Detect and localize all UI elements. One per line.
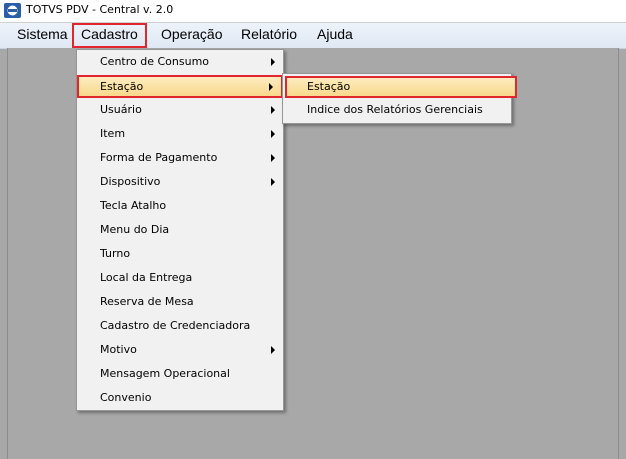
submenu-arrow-icon (271, 346, 275, 354)
menu-item-usuario[interactable]: Usuário (79, 98, 281, 121)
menu-item-label: Motivo (100, 343, 137, 356)
menu-ajuda[interactable]: Ajuda (310, 24, 360, 45)
submenu-item-label: Indice dos Relatórios Gerenciais (307, 103, 483, 116)
menu-item-centro-de-consumo[interactable]: Centro de Consumo (79, 50, 281, 73)
cadastro-dropdown: Centro de Consumo Estação Usuário Item F… (76, 49, 284, 411)
menu-item-item[interactable]: Item (79, 122, 281, 145)
app-logo-icon (4, 3, 21, 18)
menu-item-cadastro-de-credenciadora[interactable]: Cadastro de Credenciadora (79, 314, 281, 337)
submenu-item-label: Estação (307, 80, 351, 93)
menu-item-label: Usuário (100, 103, 142, 116)
submenu-arrow-icon (271, 106, 275, 114)
menu-item-tecla-atalho[interactable]: Tecla Atalho (79, 194, 281, 217)
menu-item-forma-de-pagamento[interactable]: Forma de Pagamento (79, 146, 281, 169)
menu-item-label: Convenio (100, 391, 152, 404)
menu-cadastro[interactable]: Cadastro (72, 23, 147, 48)
menu-item-label: Forma de Pagamento (100, 151, 218, 164)
menu-item-label: Local da Entrega (100, 271, 193, 284)
submenu-item-estacao[interactable]: Estação (285, 76, 517, 98)
menu-item-label: Item (100, 127, 126, 140)
submenu-arrow-icon (271, 154, 275, 162)
menu-item-menu-do-dia[interactable]: Menu do Dia (79, 218, 281, 241)
submenu-arrow-icon (271, 130, 275, 138)
submenu-item-indice-relatorios-gerenciais[interactable]: Indice dos Relatórios Gerenciais (285, 99, 509, 121)
menu-item-label: Estação (100, 80, 144, 93)
menu-item-label: Dispositivo (100, 175, 161, 188)
menu-item-mensagem-operacional[interactable]: Mensagem Operacional (79, 362, 281, 385)
menu-item-label: Cadastro de Credenciadora (100, 319, 251, 332)
menu-item-turno[interactable]: Turno (79, 242, 281, 265)
menu-item-motivo[interactable]: Motivo (79, 338, 281, 361)
submenu-arrow-icon (271, 178, 275, 186)
menu-operacao[interactable]: Operação (154, 24, 229, 45)
title-bar: TOTVS PDV - Central v. 2.0 (0, 0, 626, 23)
menu-item-estacao[interactable]: Estação (77, 75, 283, 98)
estacao-submenu: Estação Indice dos Relatórios Gerenciais (282, 73, 517, 124)
menu-item-label: Reserva de Mesa (100, 295, 194, 308)
menu-item-label: Centro de Consumo (100, 55, 210, 68)
menu-bar: Sistema Cadastro Operação Relatório Ajud… (0, 23, 626, 49)
menu-item-reserva-de-mesa[interactable]: Reserva de Mesa (79, 290, 281, 313)
submenu-arrow-icon (271, 58, 275, 66)
menu-item-label: Turno (100, 247, 131, 260)
menu-item-convenio[interactable]: Convenio (79, 386, 281, 409)
submenu-arrow-icon (269, 83, 273, 91)
menu-item-local-da-entrega[interactable]: Local da Entrega (79, 266, 281, 289)
menu-item-label: Tecla Atalho (100, 199, 167, 212)
menu-sistema[interactable]: Sistema (10, 24, 75, 45)
menu-item-dispositivo[interactable]: Dispositivo (79, 170, 281, 193)
window-title: TOTVS PDV - Central v. 2.0 (26, 3, 174, 16)
menu-relatorio[interactable]: Relatório (234, 24, 304, 45)
menu-item-label: Mensagem Operacional (100, 367, 230, 380)
menu-item-label: Menu do Dia (100, 223, 170, 236)
